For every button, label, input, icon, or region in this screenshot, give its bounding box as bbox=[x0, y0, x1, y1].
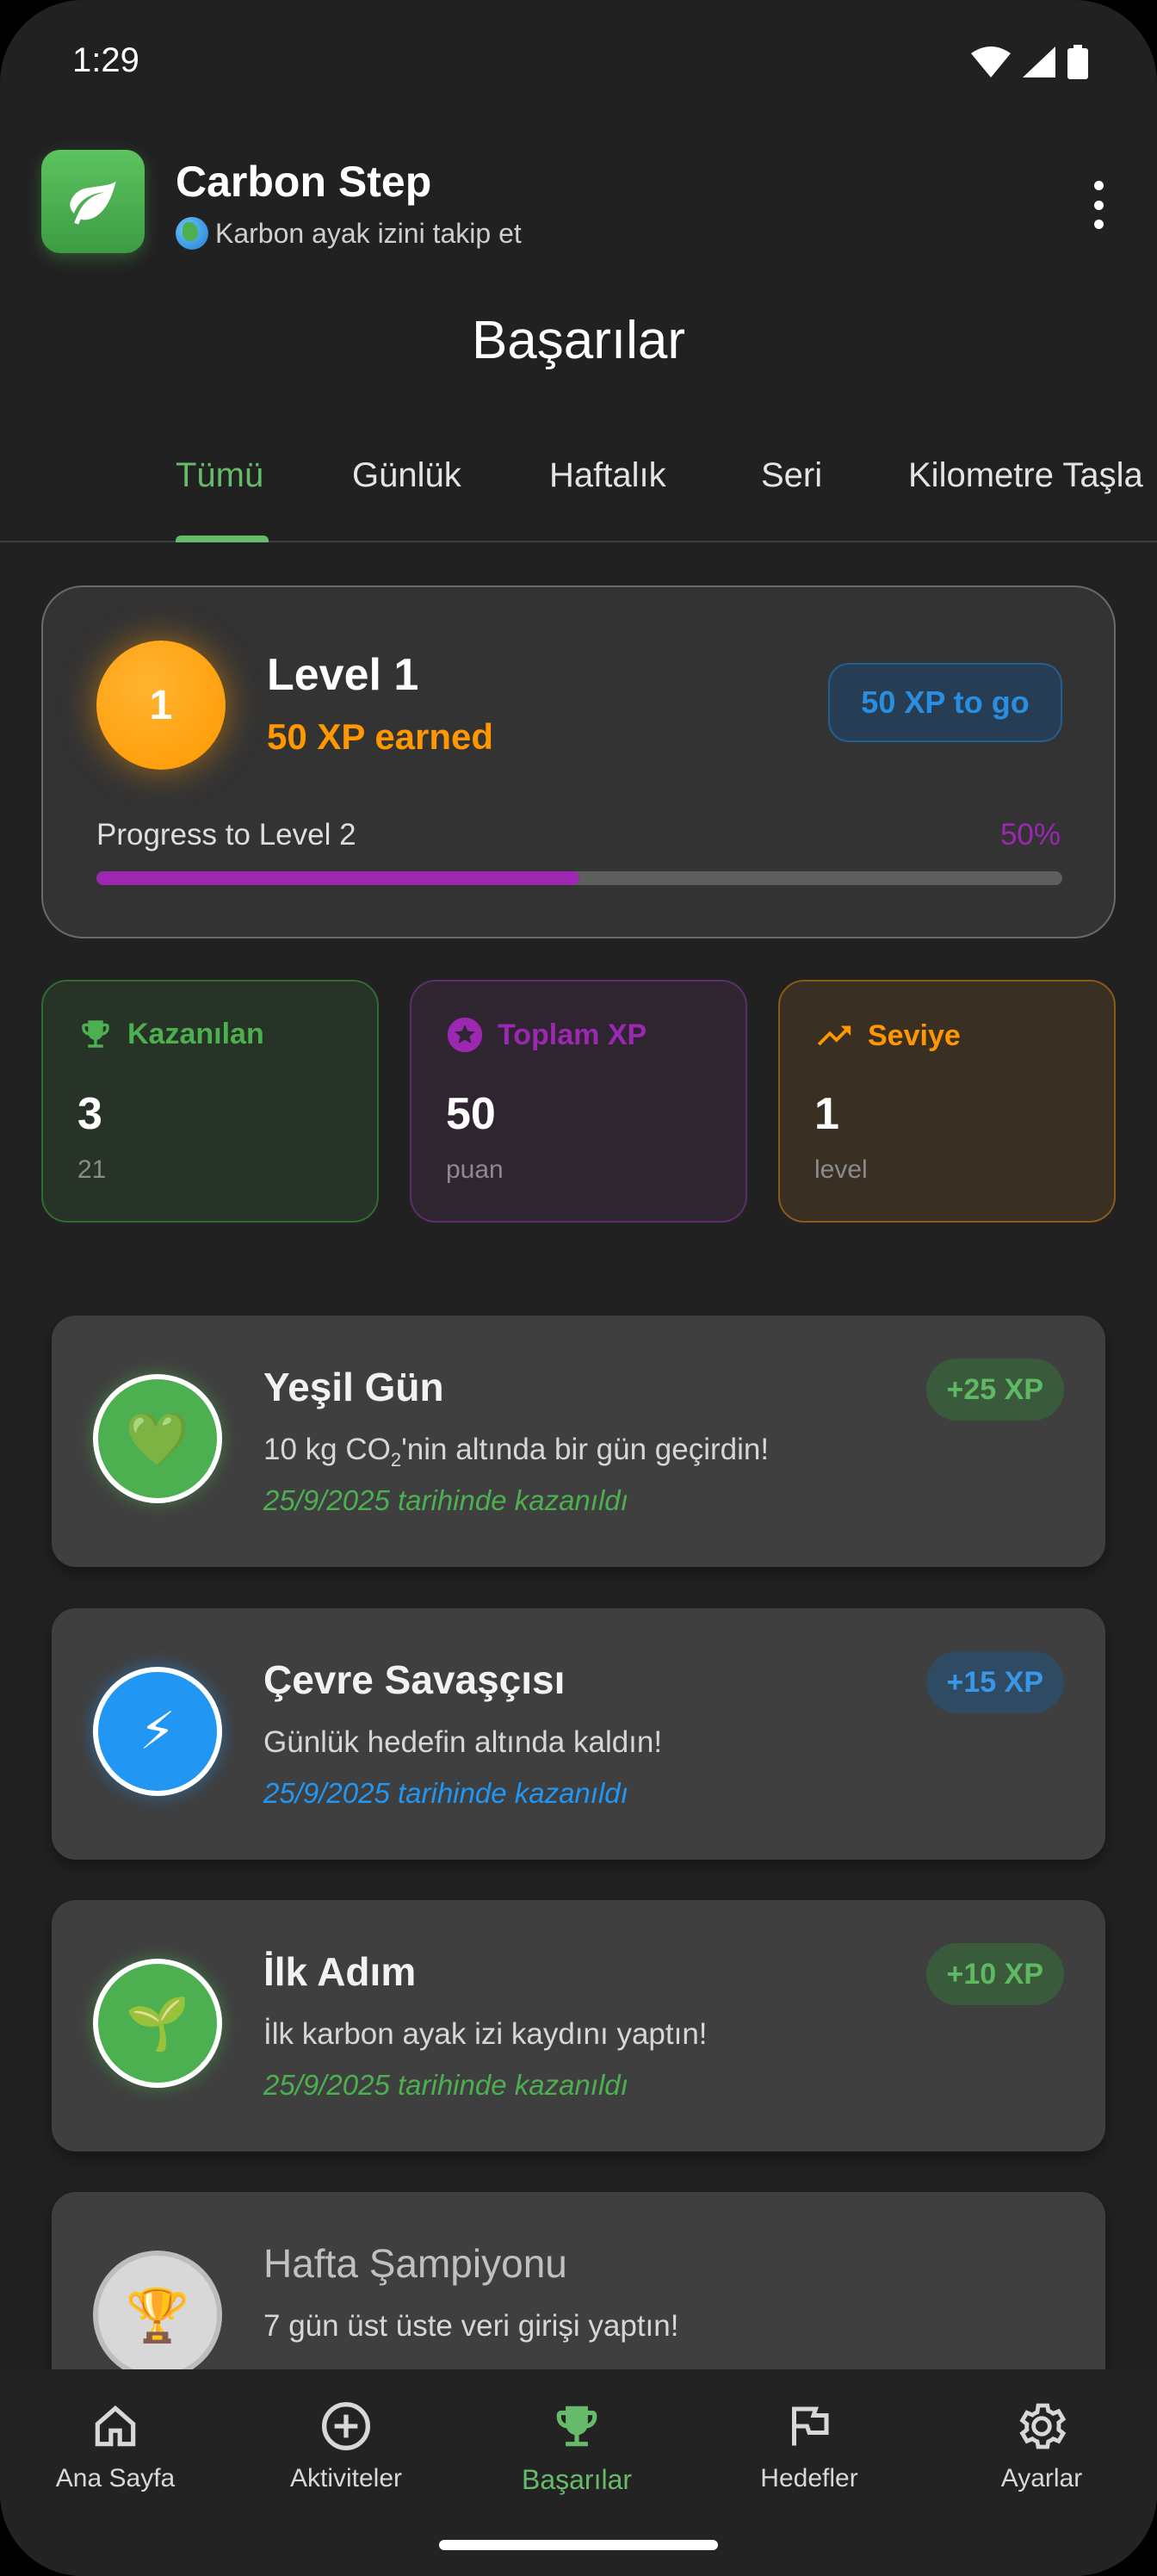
wifi-icon bbox=[971, 46, 1011, 77]
gear-icon bbox=[1019, 2403, 1067, 2449]
app-subtitle-text: Karbon ayak izini takip et bbox=[215, 217, 522, 249]
nav-goals-label: Hedefler bbox=[760, 2464, 858, 2492]
achievement-date: 25/9/2025 tarihinde kazanıldı bbox=[263, 1777, 628, 1809]
nav-achievements[interactable]: Başarılar bbox=[461, 2395, 692, 2496]
status-icons bbox=[971, 45, 1088, 79]
star-icon bbox=[447, 1017, 483, 1053]
green-heart-icon: 💚 bbox=[93, 1374, 222, 1503]
nav-achievements-label: Başarılar bbox=[521, 2464, 633, 2495]
nav-home-label: Ana Sayfa bbox=[55, 2464, 176, 2492]
tab-streak[interactable]: Seri bbox=[761, 456, 822, 495]
stat-level-sub: level bbox=[814, 1155, 868, 1184]
stat-card-earned: Kazanılan 3 21 bbox=[41, 980, 379, 1223]
stat-earned-label: Kazanılan bbox=[127, 1017, 264, 1050]
status-time: 1:29 bbox=[72, 41, 139, 79]
achievement-title: İlk Adım bbox=[263, 1949, 417, 1994]
battery-icon bbox=[1067, 45, 1088, 79]
level-badge: 1 bbox=[96, 641, 226, 770]
achievement-description: İlk karbon ayak izi kaydını yaptın! bbox=[263, 2017, 708, 2051]
trophy-icon bbox=[556, 2406, 597, 2447]
add-circle-icon bbox=[322, 2402, 370, 2450]
tab-daily[interactable]: Günlük bbox=[352, 456, 461, 495]
tab-bar: Tümü Günlük Haftalık Seri Kilometre Taşl… bbox=[0, 448, 1157, 542]
home-indicator bbox=[439, 2540, 718, 2550]
achievement-xp-badge: +25 XP bbox=[925, 1359, 1064, 1421]
home-icon bbox=[95, 2405, 136, 2447]
nav-activities-label: Aktiviteler bbox=[289, 2464, 403, 2492]
achievement-title: Çevre Savaşçısı bbox=[263, 1657, 566, 1702]
xp-earned: 50 XP earned bbox=[267, 716, 494, 757]
tab-all[interactable]: Tümü bbox=[176, 456, 263, 495]
achievement-title: Hafta Şampiyonu bbox=[263, 2241, 567, 2286]
achievement-date: 25/9/2025 tarihinde kazanıldı bbox=[263, 2069, 628, 2101]
achievement-description: 7 gün üst üste veri girişi yaptın! bbox=[263, 2309, 679, 2343]
level-card: 1 Level 1 50 XP earned 50 XP to go Progr… bbox=[41, 585, 1116, 938]
stat-xp-label: Toplam XP bbox=[498, 1018, 647, 1051]
more-options-icon[interactable] bbox=[1090, 181, 1107, 229]
achievement-card[interactable]: ⚡ Çevre Savaşçısı Günlük hedefin altında… bbox=[52, 1608, 1105, 1860]
nav-settings-label: Ayarlar bbox=[1000, 2464, 1083, 2492]
achievement-description: Günlük hedefin altında kaldın! bbox=[263, 1725, 663, 1759]
nav-home[interactable]: Ana Sayfa bbox=[0, 2395, 231, 2493]
stat-xp-sub: puan bbox=[446, 1155, 504, 1184]
progress-bar-fill bbox=[96, 871, 579, 885]
flag-icon bbox=[792, 2406, 829, 2446]
seedling-icon: 🌱 bbox=[93, 1959, 222, 2088]
achievement-card[interactable]: 💚 Yeşil Gün 10 kg CO2'nin altında bir gü… bbox=[52, 1316, 1105, 1567]
tab-weekly[interactable]: Haftalık bbox=[549, 456, 666, 495]
tab-milestones[interactable]: Kilometre Taşla bbox=[908, 456, 1143, 495]
progress-label: Progress to Level 2 bbox=[96, 818, 356, 851]
achievement-xp-badge: +10 XP bbox=[925, 1943, 1064, 2005]
globe-icon bbox=[176, 217, 208, 250]
achievement-title: Yeşil Gün bbox=[263, 1365, 444, 1409]
cellular-signal-icon bbox=[1023, 46, 1055, 77]
achievement-xp-badge: +15 XP bbox=[925, 1651, 1064, 1713]
trophy-icon: 🏆 bbox=[93, 2251, 222, 2380]
app-header: Carbon Step Karbon ayak izini takip et bbox=[0, 138, 1157, 267]
stat-level-label: Seviye bbox=[868, 1019, 961, 1052]
page-title: Başarılar bbox=[471, 311, 686, 370]
xp-to-go-badge: 50 XP to go bbox=[828, 663, 1062, 742]
app-subtitle: Karbon ayak izini takip et bbox=[176, 217, 522, 250]
nav-goals[interactable]: Hedefler bbox=[694, 2395, 925, 2493]
progress-percent: 50% bbox=[999, 818, 1061, 851]
app-title: Carbon Step bbox=[176, 158, 432, 206]
stat-card-total-xp: Toplam XP 50 puan bbox=[410, 980, 747, 1223]
lightning-icon: ⚡ bbox=[93, 1667, 222, 1796]
trophy-icon bbox=[82, 1020, 109, 1048]
achievement-description: 10 kg CO2'nin altında bir gün geçirdin! bbox=[263, 1433, 770, 1471]
stat-earned-sub: 21 bbox=[77, 1155, 107, 1184]
nav-activities[interactable]: Aktiviteler bbox=[231, 2395, 461, 2493]
progress-bar bbox=[96, 871, 1062, 885]
achievement-date: 25/9/2025 tarihinde kazanıldı bbox=[263, 1484, 628, 1516]
app-logo bbox=[41, 150, 145, 253]
leaf-icon bbox=[70, 181, 116, 225]
nav-settings[interactable]: Ayarlar bbox=[926, 2395, 1157, 2493]
app-screen: 1:29 Carbon Step Karbon ayak izini takip… bbox=[0, 0, 1157, 2576]
trending-up-icon bbox=[817, 1025, 851, 1046]
stat-card-level: Seviye 1 level bbox=[778, 980, 1116, 1223]
stat-earned-value: 3 bbox=[77, 1089, 102, 1139]
stat-xp-value: 50 bbox=[446, 1089, 496, 1139]
status-bar: 1:29 bbox=[0, 0, 1157, 129]
level-title: Level 1 bbox=[267, 650, 419, 700]
stat-level-value: 1 bbox=[814, 1089, 839, 1139]
tab-indicator bbox=[176, 536, 269, 542]
achievement-card[interactable]: 🌱 İlk Adım İlk karbon ayak izi kaydını y… bbox=[52, 1900, 1105, 2152]
